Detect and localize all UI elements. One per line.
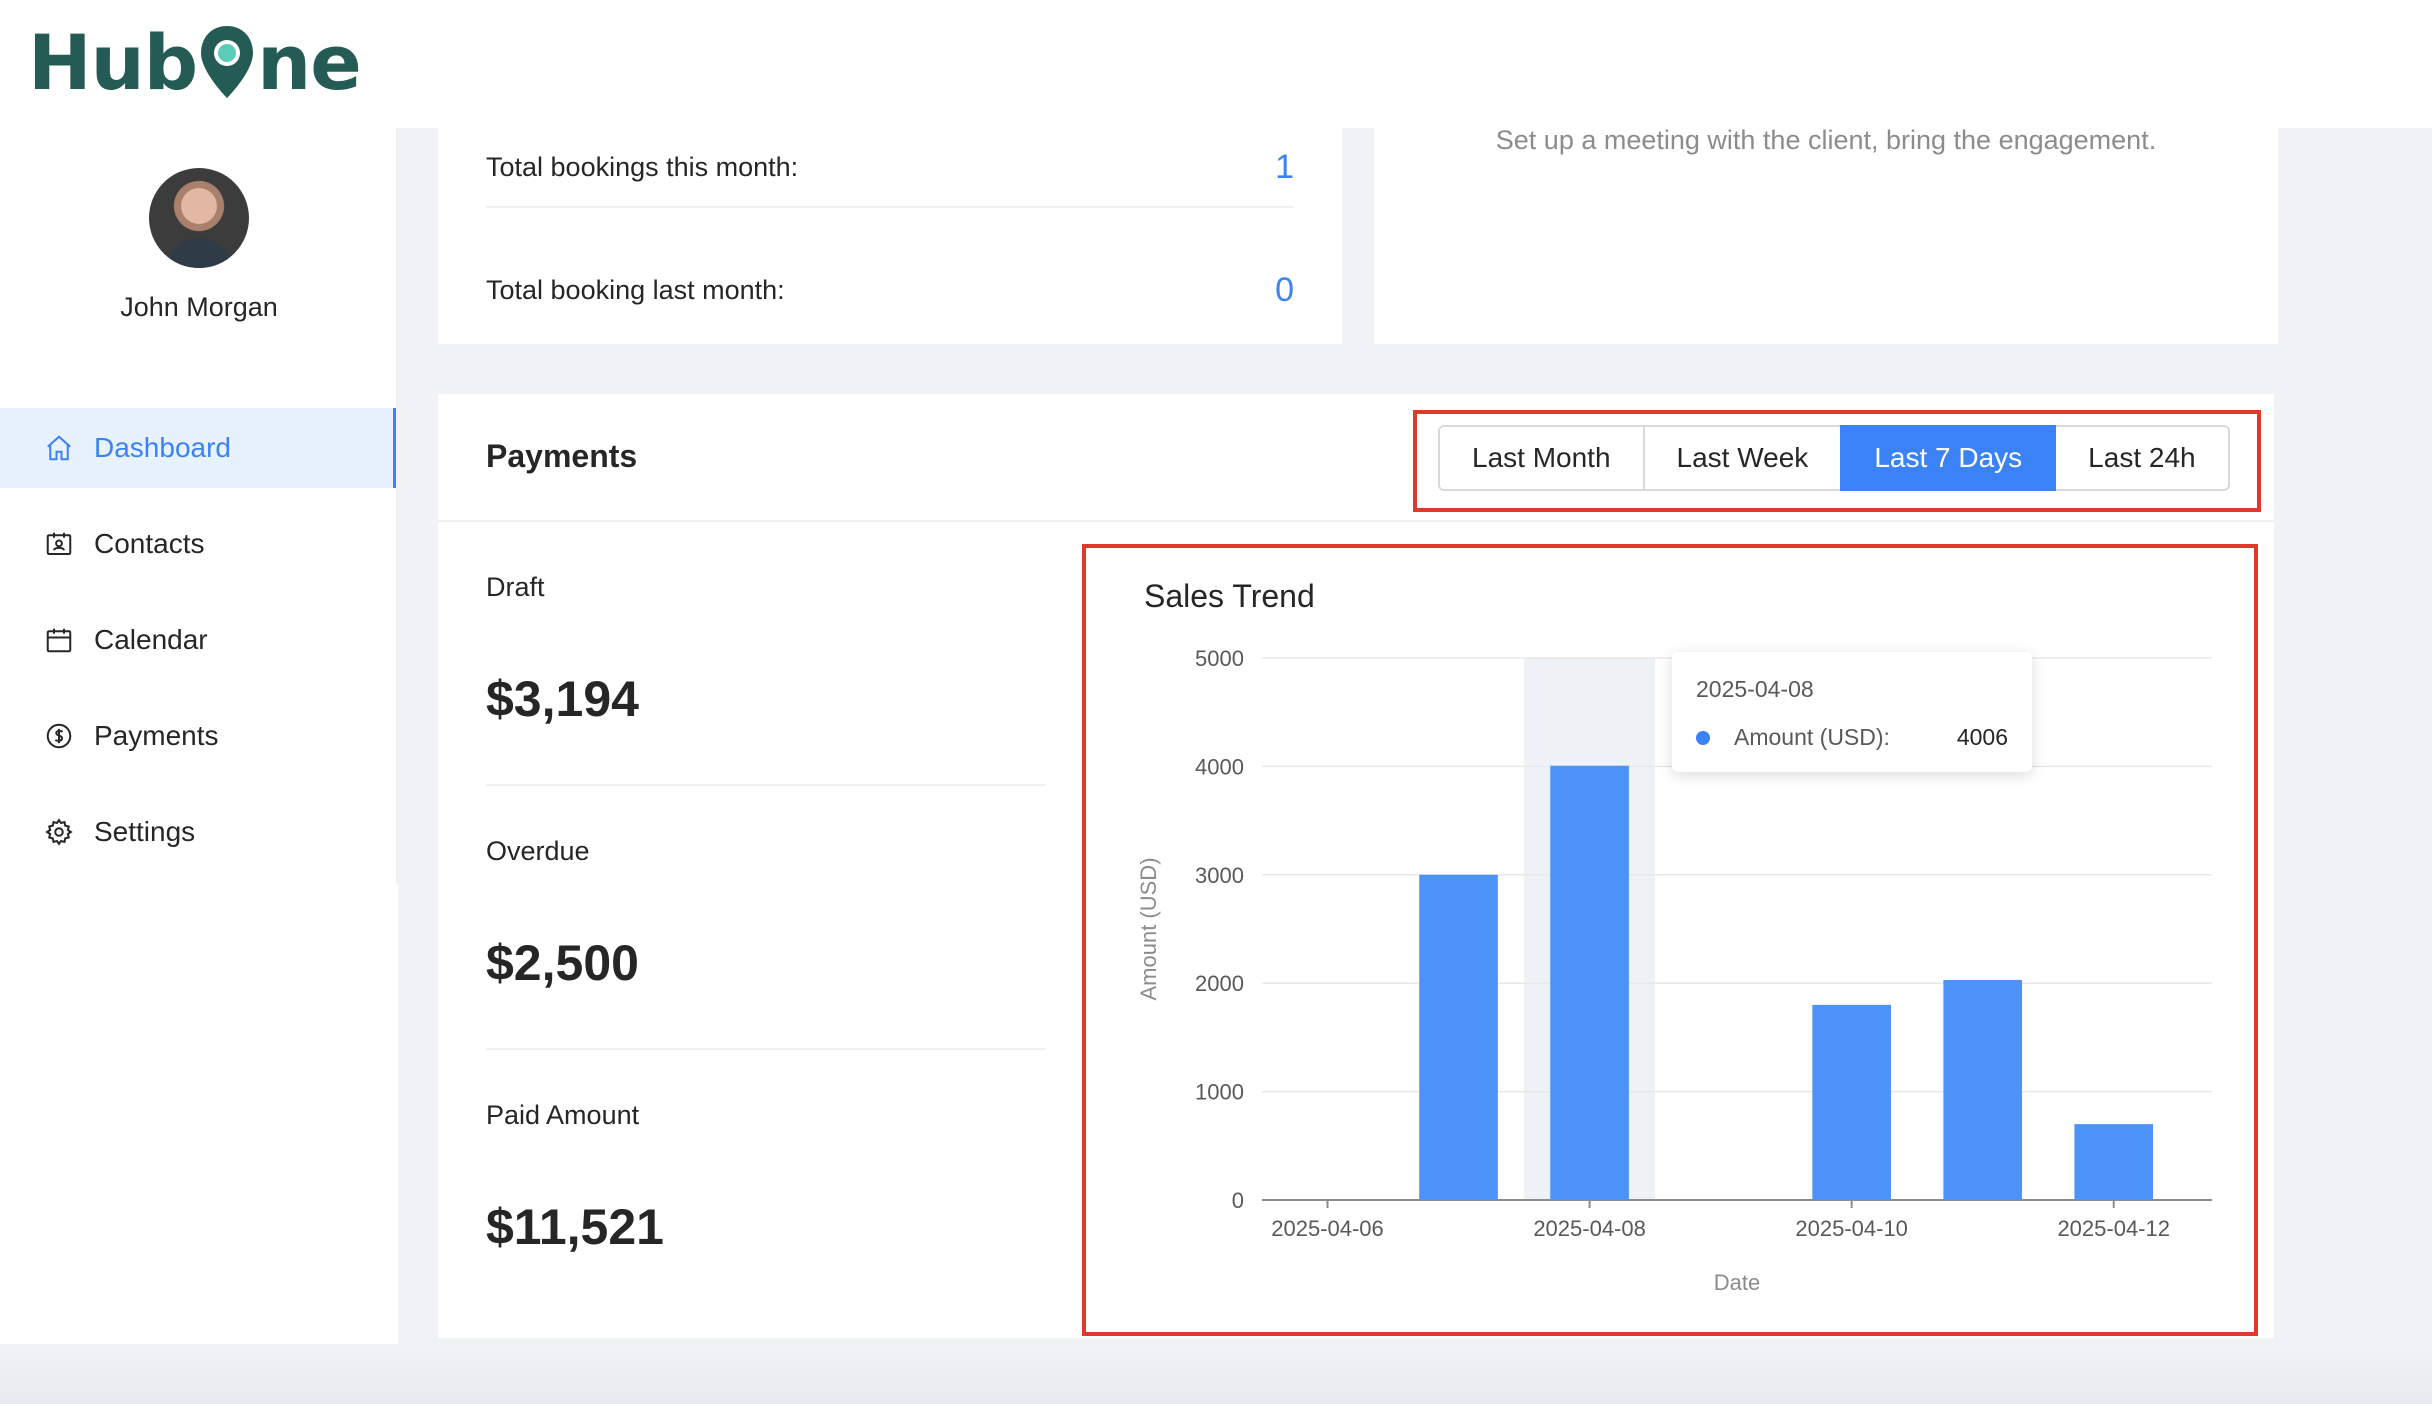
y-tick-label: 0: [1232, 1188, 1244, 1213]
user-profile: John Morgan: [0, 168, 398, 323]
sidebar-nav: Dashboard Contacts Calendar Payments Set…: [0, 408, 398, 888]
sidebar-item-dashboard[interactable]: Dashboard: [0, 408, 398, 488]
bar: [2074, 1124, 2154, 1200]
bookings-card: Total bookings this month: 1 Total booki…: [438, 128, 1342, 344]
bar: [1550, 765, 1629, 1200]
x-tick-label: 2025-04-12: [2057, 1216, 2170, 1241]
sidebar-item-label: Settings: [94, 816, 196, 847]
bar: [1943, 979, 2022, 1200]
bar: [1812, 1004, 1891, 1200]
range-last-month-button[interactable]: Last Month: [1438, 425, 1645, 491]
sidebar-item-settings[interactable]: Settings: [0, 792, 398, 872]
y-tick-label: 4000: [1195, 754, 1244, 779]
sidebar-item-payments[interactable]: Payments: [0, 696, 398, 776]
x-tick-label: 2025-04-10: [1795, 1216, 1908, 1241]
gear-icon: [45, 818, 73, 846]
user-name: John Morgan: [120, 292, 278, 322]
y-tick-label: 1000: [1195, 1080, 1244, 1105]
avatar[interactable]: [149, 168, 249, 268]
bookings-this-month-value: 1: [1275, 147, 1294, 186]
bookings-this-month-label: Total bookings this month:: [486, 151, 799, 182]
page-bottom: [0, 1344, 2432, 1404]
sidebar-item-label: Calendar: [94, 624, 208, 655]
y-tick-label: 3000: [1195, 863, 1244, 888]
x-axis-title: Date: [1714, 1270, 1760, 1295]
contact-card-icon: [46, 532, 72, 555]
bookings-last-month-value: 0: [1275, 270, 1294, 309]
chart-tooltip: 2025-04-08 Amount (USD): 4006: [1672, 652, 2032, 772]
dollar-circle-icon: [46, 723, 72, 749]
bookings-last-month-label: Total booking last month:: [486, 274, 785, 305]
sidebar-item-label: Contacts: [94, 528, 205, 559]
y-axis-title: Amount (USD): [1136, 857, 1161, 1000]
engagement-note-text: Set up a meeting with the client, bring …: [1495, 125, 2157, 155]
payment-stats: Draft $3,194 Overdue $2,500 Paid Amount …: [486, 522, 1046, 1314]
home-icon: [47, 435, 71, 461]
tooltip-row: Amount (USD): 4006: [1696, 724, 2008, 751]
location-pin-icon: [201, 26, 254, 98]
sidebar: John Morgan Dashboard Contacts Calendar: [0, 128, 398, 1404]
payments-card: Payments Last Month Last Week Last 7 Day…: [438, 394, 2274, 1338]
calendar-icon: [46, 628, 72, 653]
sidebar-item-label: Dashboard: [94, 432, 231, 463]
payment-stat-draft: Draft $3,194: [486, 522, 1046, 786]
payment-stat-value: $3,194: [486, 671, 639, 727]
series-dot: [1696, 730, 1710, 745]
x-tick-label: 2025-04-08: [1533, 1216, 1646, 1241]
hubone-logo[interactable]: Hub ne: [28, 18, 362, 107]
logo-text-left: Hub: [28, 17, 198, 107]
sidebar-item-label: Payments: [94, 720, 219, 751]
bar: [1419, 874, 1498, 1200]
y-tick-label: 2000: [1195, 971, 1244, 996]
bookings-this-month-row: Total bookings this month: 1: [486, 128, 1294, 206]
range-last-7-days-button[interactable]: Last 7 Days: [1840, 425, 2057, 491]
date-range-selector: Last Month Last Week Last 7 Days Last 24…: [1438, 425, 2230, 491]
payments-header: Payments Last Month Last Week Last 7 Day…: [438, 394, 2274, 522]
payment-stat-value: $2,500: [486, 935, 639, 991]
payment-stat-label: Paid Amount: [486, 1100, 640, 1130]
range-last-week-button[interactable]: Last Week: [1642, 425, 1843, 491]
payment-stat-label: Overdue: [486, 836, 590, 866]
tooltip-date: 2025-04-08: [1696, 676, 1814, 702]
sidebar-divider: [396, 128, 398, 884]
top-bar: Hub ne: [0, 0, 2432, 128]
x-tick-label: 2025-04-06: [1271, 1216, 1384, 1241]
range-last-24h-button[interactable]: Last 24h: [2054, 425, 2230, 491]
tooltip-series-label: Amount (USD):: [1734, 724, 1890, 750]
sidebar-item-calendar[interactable]: Calendar: [0, 600, 398, 680]
payments-title: Payments: [486, 438, 638, 474]
payment-stat-value: $11,521: [486, 1199, 664, 1255]
logo-text-right: ne: [257, 17, 362, 107]
sales-trend-chart: Sales Trend 0 1000 2000 3000 4000 5000 2025-04…: [1082, 544, 2258, 1336]
y-tick-label: 5000: [1195, 646, 1244, 671]
engagement-note-card: Set up a meeting with the client, bring …: [1374, 125, 2278, 344]
sales-trend-svg: 0 1000 2000 3000 4000 5000 2025-04-06 2025-04-0…: [1136, 646, 2212, 1295]
divider: [486, 206, 1294, 208]
tooltip-value: 4006: [1956, 724, 2008, 750]
payment-stat-paid: Paid Amount $11,521: [486, 1050, 1046, 1314]
payment-stat-label: Draft: [486, 572, 545, 602]
sidebar-item-contacts[interactable]: Contacts: [0, 504, 398, 584]
payment-stat-overdue: Overdue $2,500: [486, 786, 1046, 1050]
bookings-last-month-row: Total booking last month: 0: [486, 250, 1294, 330]
